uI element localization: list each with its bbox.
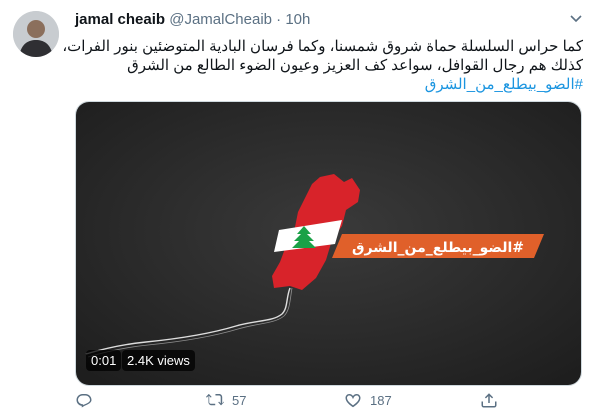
video-duration: 0:01 bbox=[86, 350, 122, 371]
user-handle[interactable]: @JamalCheaib bbox=[169, 11, 272, 28]
tweet-time[interactable]: 10h bbox=[285, 11, 310, 28]
like-icon bbox=[345, 394, 361, 408]
tweet-actions: 57 187 bbox=[75, 391, 583, 411]
separator-dot: · bbox=[276, 11, 282, 28]
tweet-text-line: كما حراس السلسلة حماة شروق شمسنا، وكما ف… bbox=[62, 38, 583, 55]
reply-button[interactable] bbox=[75, 391, 93, 409]
retweet-icon bbox=[206, 394, 224, 406]
chevron-down-icon[interactable] bbox=[568, 10, 584, 26]
share-button[interactable] bbox=[480, 391, 498, 409]
retweet-button[interactable]: 57 bbox=[206, 391, 246, 409]
display-name[interactable]: jamal cheaib bbox=[75, 11, 165, 28]
retweet-count: 57 bbox=[232, 392, 247, 408]
tweet[interactable]: jamal cheaib @JamalCheaib · 10h كما حراس… bbox=[0, 0, 595, 411]
video-player[interactable]: #الضو_بيطلع_من_الشرق 0:01 2.4K views bbox=[75, 101, 582, 386]
banner-text: #الضو_بيطلع_من_الشرق bbox=[352, 240, 524, 256]
like-button[interactable]: 187 bbox=[344, 391, 392, 409]
like-count: 187 bbox=[370, 392, 392, 408]
share-icon bbox=[481, 393, 497, 408]
avatar[interactable] bbox=[13, 11, 59, 57]
video-views: 2.4K views bbox=[122, 350, 195, 371]
tweet-header: jamal cheaib @JamalCheaib · 10h bbox=[75, 11, 310, 28]
hashtag-link[interactable]: #الضو_بيطلع_من_الشرق bbox=[75, 75, 583, 94]
tweet-text-line: كذلك هم رجال القوافل، سواعد كف العزيز وع… bbox=[127, 57, 583, 74]
reply-icon bbox=[76, 394, 92, 408]
tweet-text: كما حراس السلسلة حماة شروق شمسنا، وكما ف… bbox=[62, 37, 583, 94]
video-frame: #الضو_بيطلع_من_الشرق bbox=[76, 102, 581, 385]
